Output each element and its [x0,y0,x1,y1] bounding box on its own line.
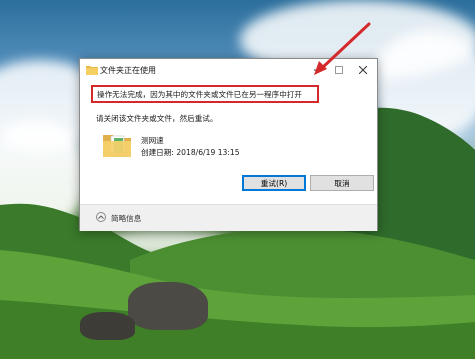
file-created-date: 创建日期: 2018/6/19 13:15 [141,148,240,157]
wallpaper-rock [128,282,208,330]
folder-icon [86,66,98,75]
retry-button[interactable]: 重试(R) [242,175,306,191]
error-message-highlighted: 操作无法完成，因为其中的文件夹或文件已在另一程序中打开 [91,85,319,103]
close-icon [359,66,367,74]
dialog-titlebar[interactable]: 文件夹正在使用 [80,59,377,81]
file-name: 测网速 [141,136,164,145]
dialog-footer: 简略信息 [80,204,377,231]
maximize-button[interactable] [329,61,349,79]
collapse-details-icon[interactable] [96,212,106,222]
details-toggle-label[interactable]: 简略信息 [111,213,141,224]
error-message: 操作无法完成，因为其中的文件夹或文件已在另一程序中打开 [97,89,303,99]
instruction-text: 请关闭该文件夹或文件，然后重试。 [96,114,218,123]
folder-in-use-dialog: 文件夹正在使用 操作无法完成，因为其中的文件夹或文件已在另一程序中打开 请关闭该… [79,58,378,231]
minimize-icon [314,69,322,71]
wallpaper-rock [80,312,135,340]
folder-icon [103,135,131,157]
minimize-button[interactable] [308,61,328,79]
close-button[interactable] [353,61,373,79]
dialog-title: 文件夹正在使用 [100,66,156,75]
maximize-icon [335,66,343,74]
cancel-button[interactable]: 取消 [310,175,374,191]
